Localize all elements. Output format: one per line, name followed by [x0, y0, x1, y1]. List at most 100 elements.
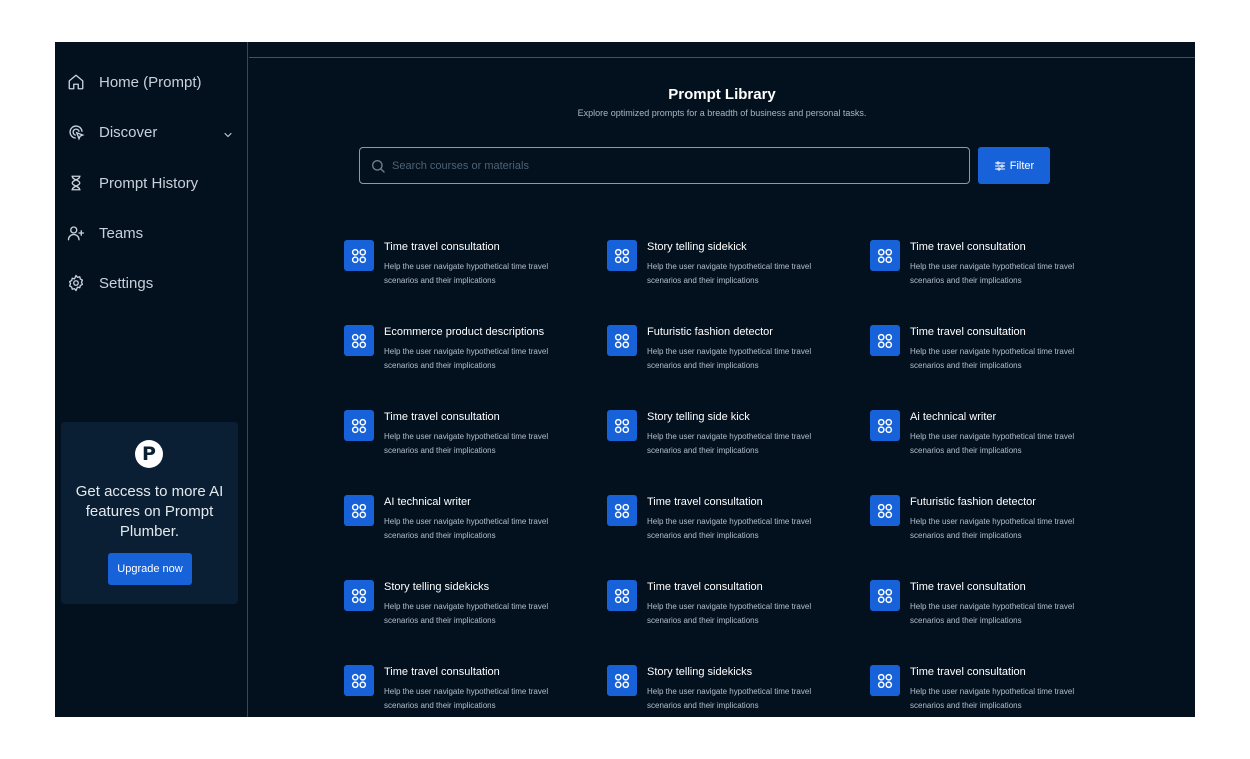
- apps-grid-icon: [607, 665, 637, 696]
- prompt-description: Help the user navigate hypothetical time…: [384, 687, 549, 710]
- page-subtitle: Explore optimized prompts for a breadth …: [577, 108, 867, 118]
- prompt-card[interactable]: Time travel consultation Help the user n…: [870, 580, 1120, 640]
- apps-grid-icon: [607, 580, 637, 611]
- prompt-description: Help the user navigate hypothetical time…: [910, 602, 1075, 625]
- prompt-card[interactable]: Futuristic fashion detector Help the use…: [870, 495, 1120, 555]
- apps-grid-icon: [344, 580, 374, 611]
- sidebar-item-label: Prompt History: [99, 174, 199, 192]
- prompt-title: Ai technical writer: [910, 411, 997, 423]
- prompt-title: Ecommerce product descriptions: [384, 326, 545, 338]
- prompt-plumber-logo: P: [135, 440, 163, 468]
- apps-grid-icon: [344, 325, 374, 356]
- apps-grid-icon: [607, 495, 637, 526]
- sidebar-item-label: Teams: [99, 224, 144, 242]
- prompt-card[interactable]: Time travel consultation Help the user n…: [870, 240, 1120, 300]
- apps-grid-icon: [870, 580, 900, 611]
- prompt-card[interactable]: Time travel consultation Help the user n…: [344, 240, 594, 300]
- prompt-title: Time travel consultation: [910, 241, 1026, 253]
- prompt-card[interactable]: Story telling sidekick Help the user nav…: [607, 240, 857, 300]
- gear-icon: [67, 274, 85, 292]
- prompt-card[interactable]: Time travel consultation Help the user n…: [607, 580, 857, 640]
- prompt-title: Story telling sidekick: [647, 241, 747, 253]
- prompt-description: Help the user navigate hypothetical time…: [910, 347, 1075, 370]
- chevron-down-icon[interactable]: [222, 126, 234, 138]
- sidebar-item-label: Discover: [99, 123, 158, 141]
- prompt-title: Time travel consultation: [910, 581, 1026, 593]
- sidebar-item-discover[interactable]: Discover: [67, 120, 242, 144]
- prompt-card[interactable]: Time travel consultation Help the user n…: [607, 495, 857, 555]
- prompt-title: Time travel consultation: [384, 241, 500, 253]
- prompt-title: Story telling sidekicks: [647, 666, 753, 678]
- apps-grid-icon: [344, 240, 374, 271]
- prompt-description: Help the user navigate hypothetical time…: [384, 262, 549, 285]
- prompt-title: Story telling side kick: [647, 411, 750, 423]
- prompt-description: Help the user navigate hypothetical time…: [384, 517, 549, 540]
- discover-icon: [67, 123, 85, 141]
- prompt-description: Help the user navigate hypothetical time…: [384, 347, 549, 370]
- prompt-card[interactable]: Time travel consultation Help the user n…: [870, 665, 1120, 717]
- search-input[interactable]: [392, 159, 952, 172]
- prompt-card[interactable]: AI technical writer Help the user naviga…: [344, 495, 594, 555]
- prompt-description: Help the user navigate hypothetical time…: [384, 602, 549, 625]
- prompt-title: Futuristic fashion detector: [647, 326, 773, 338]
- upgrade-text: Get access to more AI features on Prompt…: [75, 483, 224, 540]
- hourglass-icon: [67, 174, 85, 192]
- apps-grid-icon: [870, 325, 900, 356]
- filter-button[interactable]: Filter: [978, 147, 1050, 184]
- prompt-card[interactable]: Story telling sidekicks Help the user na…: [344, 580, 594, 640]
- apps-grid-icon: [607, 240, 637, 271]
- prompt-description: Help the user navigate hypothetical time…: [384, 432, 549, 455]
- prompt-title: Futuristic fashion detector: [910, 496, 1036, 508]
- prompt-card[interactable]: Ecommerce product descriptions Help the …: [344, 325, 594, 385]
- prompt-card[interactable]: Time travel consultation Help the user n…: [344, 410, 594, 470]
- prompt-title: Time travel consultation: [384, 411, 500, 423]
- prompt-description: Help the user navigate hypothetical time…: [647, 432, 812, 455]
- prompt-title: Story telling sidekicks: [384, 581, 490, 593]
- apps-grid-icon: [344, 495, 374, 526]
- sidebar-item-label: Settings: [99, 274, 154, 292]
- prompt-description: Help the user navigate hypothetical time…: [647, 687, 812, 710]
- prompt-title: Time travel consultation: [910, 326, 1026, 338]
- prompt-card[interactable]: Ai technical writer Help the user naviga…: [870, 410, 1120, 470]
- prompt-title: Time travel consultation: [647, 496, 763, 508]
- prompt-description: Help the user navigate hypothetical time…: [910, 432, 1075, 455]
- upgrade-card: P Get access to more AI features on Prom…: [61, 422, 238, 604]
- home-icon: [67, 73, 85, 91]
- sidebar-item-settings[interactable]: Settings: [67, 271, 153, 295]
- top-divider: [249, 57, 1195, 58]
- prompt-card[interactable]: Story telling sidekicks Help the user na…: [607, 665, 857, 717]
- prompt-title: Time travel consultation: [384, 666, 500, 678]
- sidebar-item-teams[interactable]: Teams: [67, 221, 143, 245]
- apps-grid-icon: [344, 410, 374, 441]
- prompt-grid: Time travel consultation Help the user n…: [344, 240, 1144, 717]
- apps-grid-icon: [870, 495, 900, 526]
- apps-grid-icon: [870, 410, 900, 441]
- apps-grid-icon: [870, 665, 900, 696]
- apps-grid-icon: [870, 240, 900, 271]
- prompt-description: Help the user navigate hypothetical time…: [910, 687, 1075, 710]
- apps-grid-icon: [607, 325, 637, 356]
- prompt-title: Time travel consultation: [647, 581, 763, 593]
- sidebar-item-prompt-history[interactable]: Prompt History: [67, 171, 198, 195]
- upgrade-now-button[interactable]: Upgrade now: [108, 553, 192, 585]
- apps-grid-icon: [344, 665, 374, 696]
- app-window: Home (Prompt) Discover Prompt History Te…: [55, 42, 1195, 717]
- prompt-description: Help the user navigate hypothetical time…: [910, 262, 1075, 285]
- prompt-description: Help the user navigate hypothetical time…: [647, 347, 812, 370]
- prompt-card[interactable]: Story telling side kick Help the user na…: [607, 410, 857, 470]
- search-box[interactable]: [359, 147, 970, 184]
- sidebar-item-home[interactable]: Home (Prompt): [67, 70, 202, 94]
- prompt-card[interactable]: Time travel consultation Help the user n…: [344, 665, 594, 717]
- prompt-description: Help the user navigate hypothetical time…: [647, 517, 812, 540]
- prompt-description: Help the user navigate hypothetical time…: [647, 602, 812, 625]
- search-icon: [370, 158, 386, 174]
- add-user-icon: [67, 224, 85, 242]
- prompt-title: Time travel consultation: [910, 666, 1026, 678]
- filter-label: Filter: [1009, 159, 1035, 172]
- sidebar: Home (Prompt) Discover Prompt History Te…: [55, 42, 248, 717]
- prompt-description: Help the user navigate hypothetical time…: [910, 517, 1075, 540]
- sliders-icon: [994, 160, 1010, 172]
- prompt-card[interactable]: Time travel consultation Help the user n…: [870, 325, 1120, 385]
- prompt-card[interactable]: Futuristic fashion detector Help the use…: [607, 325, 857, 385]
- apps-grid-icon: [607, 410, 637, 441]
